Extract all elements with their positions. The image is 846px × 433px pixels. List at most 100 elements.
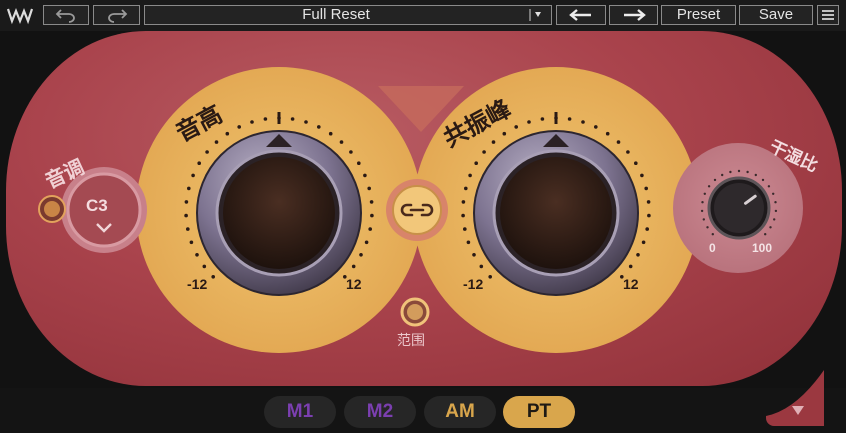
scale-dot	[702, 218, 705, 221]
mix-min-label: 0	[709, 241, 716, 255]
scale-dot	[773, 218, 776, 221]
scale-dot	[364, 240, 369, 245]
scale-dot	[488, 275, 493, 279]
scale-dot	[645, 227, 649, 231]
range-label: 范围	[397, 333, 425, 349]
scale-dot	[514, 125, 518, 129]
scale-dot	[363, 173, 367, 178]
scale-dot	[225, 131, 230, 136]
scale-dot	[703, 192, 706, 195]
scale-dot	[367, 186, 372, 191]
scale-dot	[357, 161, 361, 165]
scale-dot	[761, 178, 765, 182]
scale-dot	[701, 201, 704, 204]
scale-dot	[706, 226, 709, 229]
scale-dot	[349, 150, 353, 154]
scale-dot	[772, 192, 775, 195]
scale-dot	[567, 117, 572, 121]
scale-dot	[626, 150, 630, 154]
scale-dot	[370, 213, 374, 218]
scale-dot	[466, 240, 471, 245]
scale-dot	[189, 240, 194, 245]
scale-dot	[186, 227, 190, 231]
mix-max-label: 100	[752, 241, 773, 255]
scale-dot	[491, 140, 496, 144]
scale-dot	[304, 120, 308, 124]
scale-dot	[250, 120, 254, 124]
scale-dot	[184, 200, 189, 204]
scale-dot	[769, 226, 772, 229]
pitch-min-label: -12	[187, 276, 208, 292]
scale-dot	[237, 125, 241, 129]
scale-dot	[468, 173, 472, 178]
scale-dot	[482, 150, 486, 154]
scale-dot	[646, 200, 651, 204]
formant-min-label: -12	[463, 276, 484, 292]
pitch-max-label: 12	[346, 276, 362, 292]
scale-dot	[594, 125, 598, 129]
key-indicator-knob[interactable]	[38, 195, 66, 223]
mode-pt-button[interactable]: PT	[503, 396, 575, 428]
scale-dot	[368, 227, 373, 231]
scale-dot	[351, 264, 356, 269]
scale-dot	[211, 275, 215, 279]
scale-dot	[474, 161, 479, 165]
scale-dot	[191, 173, 195, 178]
expand-panel-button[interactable]	[766, 370, 824, 426]
scale-dot	[197, 161, 201, 165]
scale-dot	[464, 186, 468, 191]
scale-dot	[463, 227, 467, 231]
formant-knob[interactable]	[473, 130, 639, 296]
scale-dot	[527, 120, 531, 124]
scale-dot	[729, 170, 732, 174]
range-knob[interactable]	[400, 297, 430, 327]
scale-dot	[700, 209, 704, 213]
scale-dot	[540, 117, 545, 121]
scale-dot	[581, 120, 585, 124]
scale-dot	[764, 233, 767, 236]
mode-m2-button[interactable]: M2	[344, 396, 416, 428]
mode-m1-button[interactable]: M1	[264, 396, 336, 428]
scale-dot	[713, 178, 717, 182]
controls-layer	[38, 67, 803, 353]
scale-dot	[359, 253, 363, 257]
scale-dot	[774, 209, 778, 213]
scale-dot	[479, 264, 484, 269]
mix-knob[interactable]	[707, 176, 771, 240]
scale-dot	[644, 186, 648, 191]
scale-dot	[605, 131, 610, 136]
bottom-bar	[0, 388, 846, 433]
scale-dot	[616, 140, 621, 144]
pitch-knob[interactable]	[196, 130, 362, 296]
scale-dot	[636, 253, 640, 257]
mode-am-button[interactable]: AM	[424, 396, 496, 428]
scale-dot	[767, 185, 771, 188]
scale-dot	[634, 161, 638, 165]
formant-max-label: 12	[623, 276, 639, 292]
scale-dot	[628, 264, 633, 269]
scale-dot	[707, 185, 711, 188]
scale-dot	[502, 131, 507, 136]
scale-dot	[339, 140, 344, 144]
scale-dot	[461, 200, 466, 204]
scale-dot	[711, 233, 714, 236]
scale-dot	[202, 264, 207, 269]
scale-dot	[647, 213, 651, 218]
scale-dot	[195, 253, 199, 257]
scale-dot	[317, 125, 321, 129]
scale-dot	[721, 173, 724, 177]
scale-dot	[746, 170, 749, 174]
scale-dot	[737, 169, 741, 173]
scale-dot	[328, 131, 333, 136]
link-button[interactable]	[386, 179, 448, 241]
scale-dot	[640, 173, 644, 178]
scale-dot	[641, 240, 646, 245]
scale-dot	[214, 140, 219, 144]
scale-dot	[184, 213, 188, 218]
key-value: C3	[86, 196, 108, 215]
scale-dot	[205, 150, 209, 154]
scale-dot	[369, 200, 374, 204]
scale-dot	[774, 201, 777, 204]
scale-dot	[472, 253, 476, 257]
scale-dot	[754, 173, 757, 177]
